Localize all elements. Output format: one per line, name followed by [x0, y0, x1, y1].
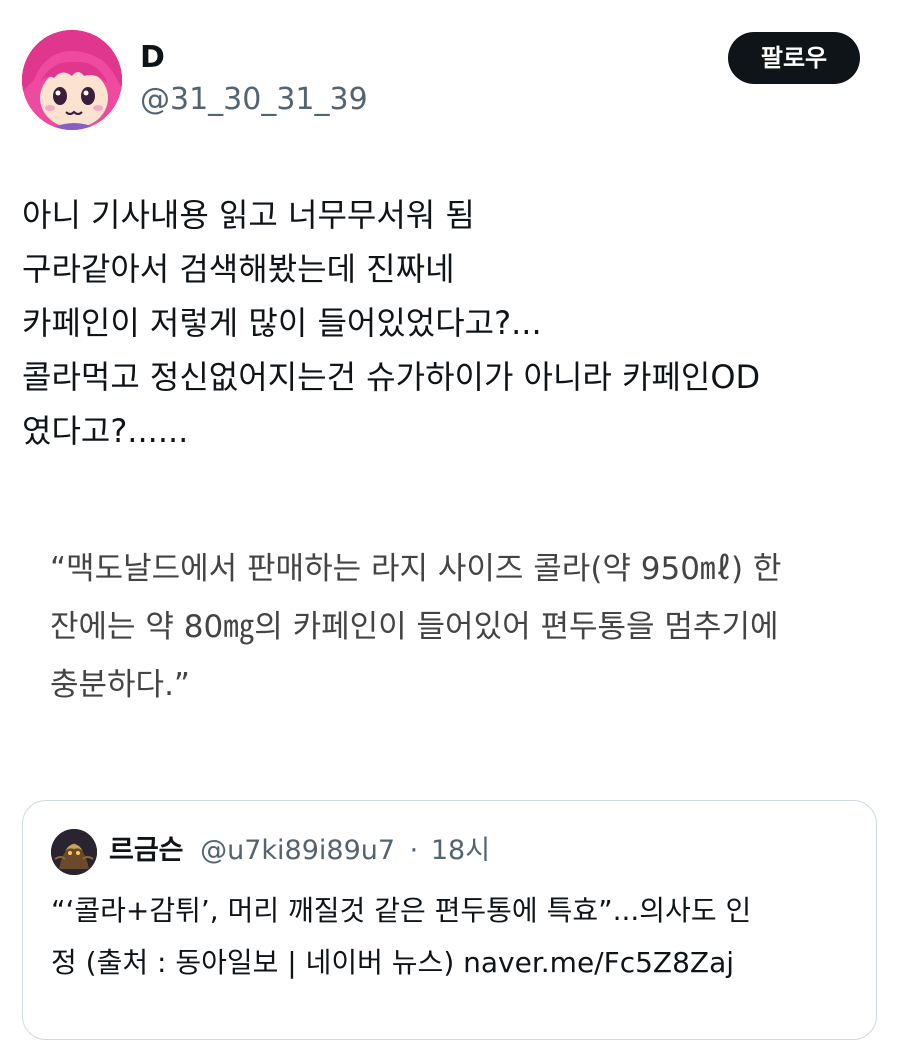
- article-excerpt-image[interactable]: “맥도날드에서 판매하는 라지 사이즈 콜라(약 950㎖) 한 잔에는 약 8…: [50, 540, 870, 714]
- tweet-line: 였다고?......: [22, 412, 189, 450]
- quoted-tweet-header: 르금슨 @u7ki89i89u7 · 18시: [109, 831, 490, 871]
- excerpt-line: “맥도날드에서 판매하는 라지 사이즈 콜라(약 950㎖) 한: [50, 551, 782, 587]
- tweet-line: 콜라먹고 정신없어지는건 슈가하이가 아니라 카페인OD: [22, 358, 761, 396]
- armored-figure-avatar-icon: [51, 829, 97, 875]
- tweet-line: 카페인이 저렇게 많이 들어있었다고?...: [22, 304, 542, 342]
- quoted-author-handle[interactable]: @u7ki89i89u7: [200, 835, 395, 866]
- quoted-author-name[interactable]: 르금슨: [109, 835, 184, 866]
- quoted-line: 정 (출처 : 동아일보 | 네이버 뉴스) naver.me/Fc5Z8Zaj: [51, 946, 735, 979]
- meta-separator: ·: [409, 835, 419, 866]
- quoted-line: “‘콜라+감튀’, 머리 깨질것 같은 편두통에 특효”...의사도 인: [51, 894, 752, 927]
- tweet-line: 구라같아서 검색해봤는데 진짜네: [22, 250, 455, 288]
- quoted-tweet-text: “‘콜라+감튀’, 머리 깨질것 같은 편두통에 특효”...의사도 인 정 (…: [51, 885, 851, 989]
- quoted-tweet-card[interactable]: 르금슨 @u7ki89i89u7 · 18시 “‘콜라+감튀’, 머리 깨질것 …: [22, 800, 877, 1040]
- author-handle[interactable]: @31_30_31_39: [140, 80, 368, 120]
- anime-girl-avatar-icon[interactable]: [22, 30, 122, 130]
- excerpt-line: 충분하다.”: [50, 667, 190, 703]
- follow-button[interactable]: 팔로우: [728, 32, 860, 84]
- author-display-name[interactable]: D: [140, 38, 165, 78]
- quoted-tweet-time[interactable]: 18시: [431, 835, 490, 866]
- excerpt-line: 잔에는 약 80㎎의 카페인이 들어있어 편두통을 멈추기에: [50, 609, 779, 645]
- tweet-text: 아니 기사내용 읽고 너무무서워 됨 구라같아서 검색해봤는데 진짜네 카페인이…: [22, 188, 882, 458]
- tweet-line: 아니 기사내용 읽고 너무무서워 됨: [22, 196, 475, 234]
